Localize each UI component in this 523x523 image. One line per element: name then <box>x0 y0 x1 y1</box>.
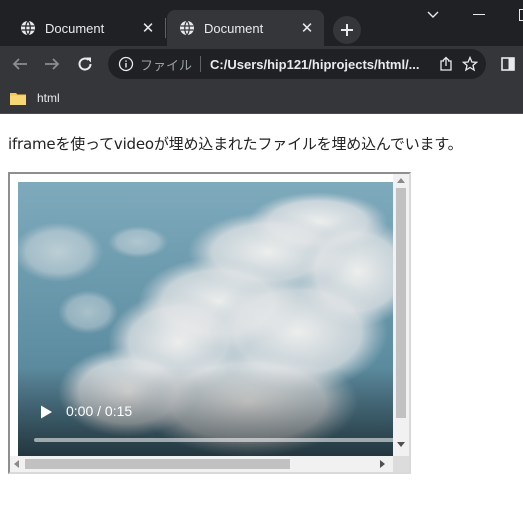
bookmark-label: html <box>37 91 60 105</box>
tab-divider <box>165 18 166 38</box>
new-tab-button[interactable] <box>333 16 361 44</box>
side-panel-button[interactable] <box>494 50 522 78</box>
horizontal-scroll-thumb[interactable] <box>25 459 290 469</box>
play-icon[interactable] <box>38 404 54 420</box>
folder-icon <box>10 92 26 105</box>
bookmark-html[interactable]: html <box>10 86 60 110</box>
forward-icon <box>45 58 60 70</box>
video-progress-bar[interactable] <box>34 438 395 442</box>
reload-icon <box>78 57 92 71</box>
scroll-left-icon[interactable] <box>14 460 19 468</box>
tab-search-button[interactable] <box>410 0 456 30</box>
forward-button[interactable] <box>38 50 66 78</box>
video-player[interactable]: 0:00 / 0:15 <box>18 182 395 458</box>
chevron-down-icon <box>427 11 439 18</box>
maximize-icon <box>519 9 523 21</box>
reload-button[interactable] <box>71 50 99 78</box>
video-time: 0:00 / 0:15 <box>66 403 133 419</box>
embedded-iframe[interactable]: 0:00 / 0:15 <box>8 172 411 474</box>
share-icon[interactable] <box>434 52 458 76</box>
plus-icon <box>341 24 353 36</box>
tab-title: Document <box>45 20 105 36</box>
vertical-scroll-thumb[interactable] <box>396 188 406 418</box>
url-text[interactable]: C:/Users/hip121/hiprojects/html/... <box>210 57 434 72</box>
minimize-button[interactable] <box>456 0 502 30</box>
scrollbar-corner <box>393 456 409 472</box>
close-icon[interactable]: ✕ <box>137 17 159 39</box>
browser-toolbar: ファイル C:/Users/hip121/hiprojects/html/... <box>0 46 523 82</box>
maximize-button[interactable] <box>502 0 523 30</box>
tab-strip: Document ✕ Document ✕ <box>0 0 523 46</box>
horizontal-scrollbar[interactable] <box>10 456 393 472</box>
bookmarks-bar: html <box>0 82 523 114</box>
scroll-up-icon[interactable] <box>397 178 405 183</box>
back-button[interactable] <box>6 50 34 78</box>
vertical-scrollbar[interactable] <box>393 174 409 456</box>
globe-icon <box>21 20 35 36</box>
page-content: iframeを使ってvideoが埋め込まれたファイルを埋め込んでいます。 0:0… <box>0 115 523 523</box>
back-icon <box>12 58 27 70</box>
star-icon[interactable] <box>458 52 482 76</box>
close-icon[interactable]: ✕ <box>296 17 318 39</box>
side-panel-icon <box>501 57 515 71</box>
tab-document-2[interactable]: Document ✕ <box>167 10 324 46</box>
minimize-icon <box>473 14 485 15</box>
scheme-label: ファイル <box>140 57 193 73</box>
scroll-down-icon[interactable] <box>397 442 405 447</box>
tab-title: Document <box>204 20 264 36</box>
address-bar[interactable]: ファイル C:/Users/hip121/hiprojects/html/... <box>108 49 486 79</box>
tab-document-1[interactable]: Document ✕ <box>8 10 165 46</box>
scroll-right-icon[interactable] <box>380 460 385 468</box>
address-divider <box>200 56 202 72</box>
info-icon[interactable] <box>118 56 134 72</box>
page-paragraph: iframeを使ってvideoが埋め込まれたファイルを埋め込んでいます。 <box>8 135 463 153</box>
globe-icon <box>180 20 194 36</box>
